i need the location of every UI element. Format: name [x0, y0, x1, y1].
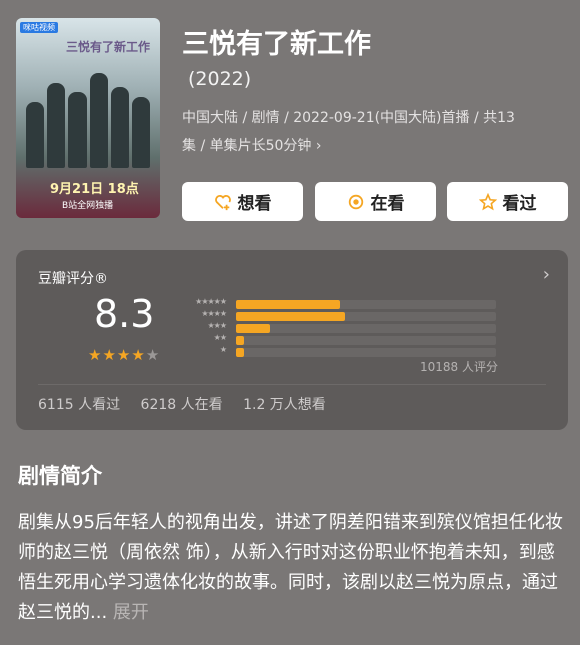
synopsis-text: 剧集从95后年轻人的视角出发，讲述了阴差阳错来到殡仪馆担任化妆师的赵三悦（周依然… — [18, 508, 563, 628]
stat-want: 1.2 万人想看 — [243, 397, 326, 413]
want-to-watch-label: 想看 — [237, 194, 272, 214]
rating-bar-fill — [236, 300, 340, 309]
star-filled-icon: ★ — [131, 346, 146, 364]
rating-count: 10188 人评分 — [420, 360, 498, 374]
star-empty-icon: ★ — [145, 346, 161, 364]
rating-score: 8.3 — [94, 292, 155, 336]
star-level-icon: ★★★★ — [201, 309, 227, 318]
want-to-watch-button[interactable]: 想看 — [182, 182, 303, 221]
rating-bar-fill — [236, 348, 244, 357]
star-level-icon: ★★★ — [207, 321, 227, 330]
stat-watching: 6218 人在看 — [140, 397, 223, 413]
poster-title: 三悦有了新工作 — [66, 40, 151, 54]
show-title: 三悦有了新工作 — [182, 29, 371, 60]
watched-label: 看过 — [502, 194, 537, 214]
target-icon — [348, 194, 363, 209]
star-filled-icon: ★ — [102, 346, 117, 364]
poster-tag: 咪咕视频 — [20, 22, 58, 33]
synopsis-body: 剧集从95后年轻人的视角出发，讲述了阴差阳错来到殡仪馆担任化妆师的赵三悦（周依然… — [18, 512, 563, 623]
rating-stats: 6115 人看过 6218 人在看 1.2 万人想看 — [38, 394, 342, 414]
watched-button[interactable]: 看过 — [447, 182, 568, 221]
chevron-right-icon[interactable]: › — [543, 264, 550, 285]
rating-bar-track — [236, 312, 496, 321]
show-meta[interactable]: 中国大陆 / 剧情 / 2022-09-21(中国大陆)首播 / 共13 集 /… — [182, 104, 567, 160]
poster-figures — [26, 73, 151, 168]
rating-bar-fill — [236, 324, 270, 333]
rating-row-5-star: ★★★★★ — [176, 297, 496, 309]
rating-row-1-star: ★ — [176, 345, 496, 357]
rating-row-2-star: ★★ — [176, 333, 496, 345]
rating-label: 豆瓣评分® — [38, 271, 108, 287]
rating-row-4-star: ★★★★ — [176, 309, 496, 321]
poster-image[interactable]: 咪咕视频 三悦有了新工作 9月21日 18点 B站全网独播 — [16, 18, 160, 218]
rating-bar-fill — [236, 312, 346, 321]
rating-bar-track — [236, 324, 496, 333]
poster-date: 9月21日 18点 — [50, 182, 139, 197]
stat-watched: 6115 人看过 — [38, 397, 121, 413]
rating-bar-track — [236, 348, 496, 357]
rating-bar-track — [236, 336, 496, 345]
heart-plus-icon — [214, 194, 231, 210]
star-level-icon: ★★ — [213, 333, 227, 342]
rating-bar-fill — [236, 336, 244, 345]
synopsis-heading: 剧情简介 — [18, 464, 102, 488]
rating-stars: ★★★★★ — [88, 346, 160, 364]
star-level-icon: ★ — [219, 345, 227, 354]
expand-link[interactable]: 展开 — [113, 602, 149, 623]
watching-label: 在看 — [370, 194, 405, 214]
watching-button[interactable]: 在看 — [315, 182, 436, 221]
star-level-icon: ★★★★★ — [195, 297, 227, 306]
rating-row-3-star: ★★★ — [176, 321, 496, 333]
show-year: (2022) — [188, 68, 252, 90]
star-filled-icon: ★ — [116, 346, 132, 364]
rating-card[interactable]: 豆瓣评分® › 8.3 ★★★★★ ★★★★★ ★★★★ ★★★ ★★ ★ 10188 … — [16, 250, 568, 430]
poster-subtitle: B站全网独播 — [62, 201, 114, 211]
meta-line-2: 集 / 单集片长50分钟 › — [182, 138, 322, 154]
meta-line-1: 中国大陆 / 剧情 / 2022-09-21(中国大陆)首播 / 共13 — [182, 110, 515, 126]
star-outline-icon — [478, 192, 497, 210]
rating-bar-track — [236, 300, 496, 309]
star-filled-icon: ★ — [88, 346, 103, 364]
divider — [38, 384, 546, 385]
